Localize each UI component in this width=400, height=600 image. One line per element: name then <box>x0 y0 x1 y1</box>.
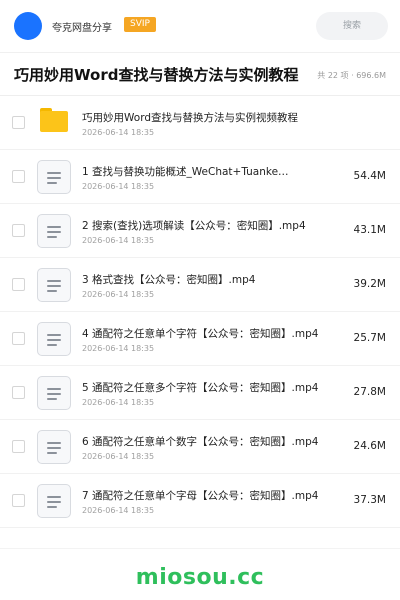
item-date: 2026-06-14 18:35 <box>82 128 155 137</box>
item-name: 1 查找与替换功能概述_WeChat+Tuanke… <box>82 166 289 178</box>
item-checkbox[interactable] <box>12 170 25 183</box>
watermark: miosou.cc <box>135 565 265 590</box>
list-item[interactable]: 7 通配符之任意单个字母【公众号：密知圈】.mp4 2026-06-14 18:… <box>0 474 400 528</box>
video-file-icon <box>37 376 71 410</box>
item-date: 2026-06-14 18:35 <box>82 398 155 407</box>
item-checkbox[interactable] <box>12 116 25 129</box>
item-size: 37.3M <box>353 494 386 506</box>
item-date: 2026-06-14 18:35 <box>82 236 155 245</box>
list-item[interactable]: 4 通配符之任意单个字符【公众号：密知圈】.mp4 2026-06-14 18:… <box>0 312 400 366</box>
video-file-icon <box>37 484 71 518</box>
brand-name: 夸克网盘分享 <box>52 23 112 34</box>
item-name: 4 通配符之任意单个字符【公众号：密知圈】.mp4 <box>82 328 319 340</box>
item-size: 24.6M <box>353 440 386 452</box>
file-list: 巧用妙用Word查找与替换方法与实例视频教程 2026-06-14 18:35 … <box>0 96 400 528</box>
svip-badge: SVIP <box>124 17 156 32</box>
search-input[interactable]: 搜索 <box>316 12 388 40</box>
item-name: 3 格式查找【公众号：密知圈】.mp4 <box>82 274 256 286</box>
item-name: 6 通配符之任意单个数字【公众号：密知圈】.mp4 <box>82 436 319 448</box>
share-page: 夸克网盘分享 SVIP 搜索 巧用妙用Word查找与替换方法与实例教程 共 22… <box>0 0 400 600</box>
item-checkbox[interactable] <box>12 224 25 237</box>
item-date: 2026-06-14 18:35 <box>82 344 155 353</box>
list-item[interactable]: 5 通配符之任意多个字符【公众号：密知圈】.mp4 2026-06-14 18:… <box>0 366 400 420</box>
item-size: 25.7M <box>353 332 386 344</box>
list-item[interactable]: 2 搜索(查找)选项解读【公众号：密知圈】.mp4 2026-06-14 18:… <box>0 204 400 258</box>
list-item[interactable]: 6 通配符之任意单个数字【公众号：密知圈】.mp4 2026-06-14 18:… <box>0 420 400 474</box>
item-checkbox[interactable] <box>12 440 25 453</box>
item-size: 39.2M <box>353 278 386 290</box>
item-checkbox[interactable] <box>12 278 25 291</box>
item-date: 2026-06-14 18:35 <box>82 452 155 461</box>
item-checkbox[interactable] <box>12 494 25 507</box>
video-file-icon <box>37 268 71 302</box>
page-title: 巧用妙用Word查找与替换方法与实例教程 <box>14 66 299 84</box>
item-date: 2026-06-14 18:35 <box>82 182 155 191</box>
list-item[interactable]: 1 查找与替换功能概述_WeChat+Tuanke… 2026-06-14 18… <box>0 150 400 204</box>
header: 夸克网盘分享 SVIP 搜索 <box>0 0 400 52</box>
list-item[interactable]: 3 格式查找【公众号：密知圈】.mp4 2026-06-14 18:35 39.… <box>0 258 400 312</box>
item-checkbox[interactable] <box>12 332 25 345</box>
footer-divider <box>0 548 400 549</box>
video-file-icon <box>37 322 71 356</box>
item-date: 2026-06-14 18:35 <box>82 506 155 515</box>
item-name: 5 通配符之任意多个字符【公众号：密知圈】.mp4 <box>82 382 319 394</box>
video-file-icon <box>37 160 71 194</box>
folder-icon <box>40 108 68 132</box>
item-checkbox[interactable] <box>12 386 25 399</box>
list-item[interactable]: 巧用妙用Word查找与替换方法与实例视频教程 2026-06-14 18:35 <box>0 96 400 150</box>
item-size: 43.1M <box>353 224 386 236</box>
folder-stats: 共 22 项 · 696.6M <box>317 71 386 80</box>
item-size: 27.8M <box>353 386 386 398</box>
item-date: 2026-06-14 18:35 <box>82 290 155 299</box>
item-name: 7 通配符之任意单个字母【公众号：密知圈】.mp4 <box>82 490 319 502</box>
video-file-icon <box>37 214 71 248</box>
item-name: 2 搜索(查找)选项解读【公众号：密知圈】.mp4 <box>82 220 306 232</box>
item-size: 54.4M <box>353 170 386 182</box>
header-divider <box>0 52 400 53</box>
video-file-icon <box>37 430 71 464</box>
avatar[interactable] <box>14 12 42 40</box>
item-name: 巧用妙用Word查找与替换方法与实例视频教程 <box>82 112 298 124</box>
